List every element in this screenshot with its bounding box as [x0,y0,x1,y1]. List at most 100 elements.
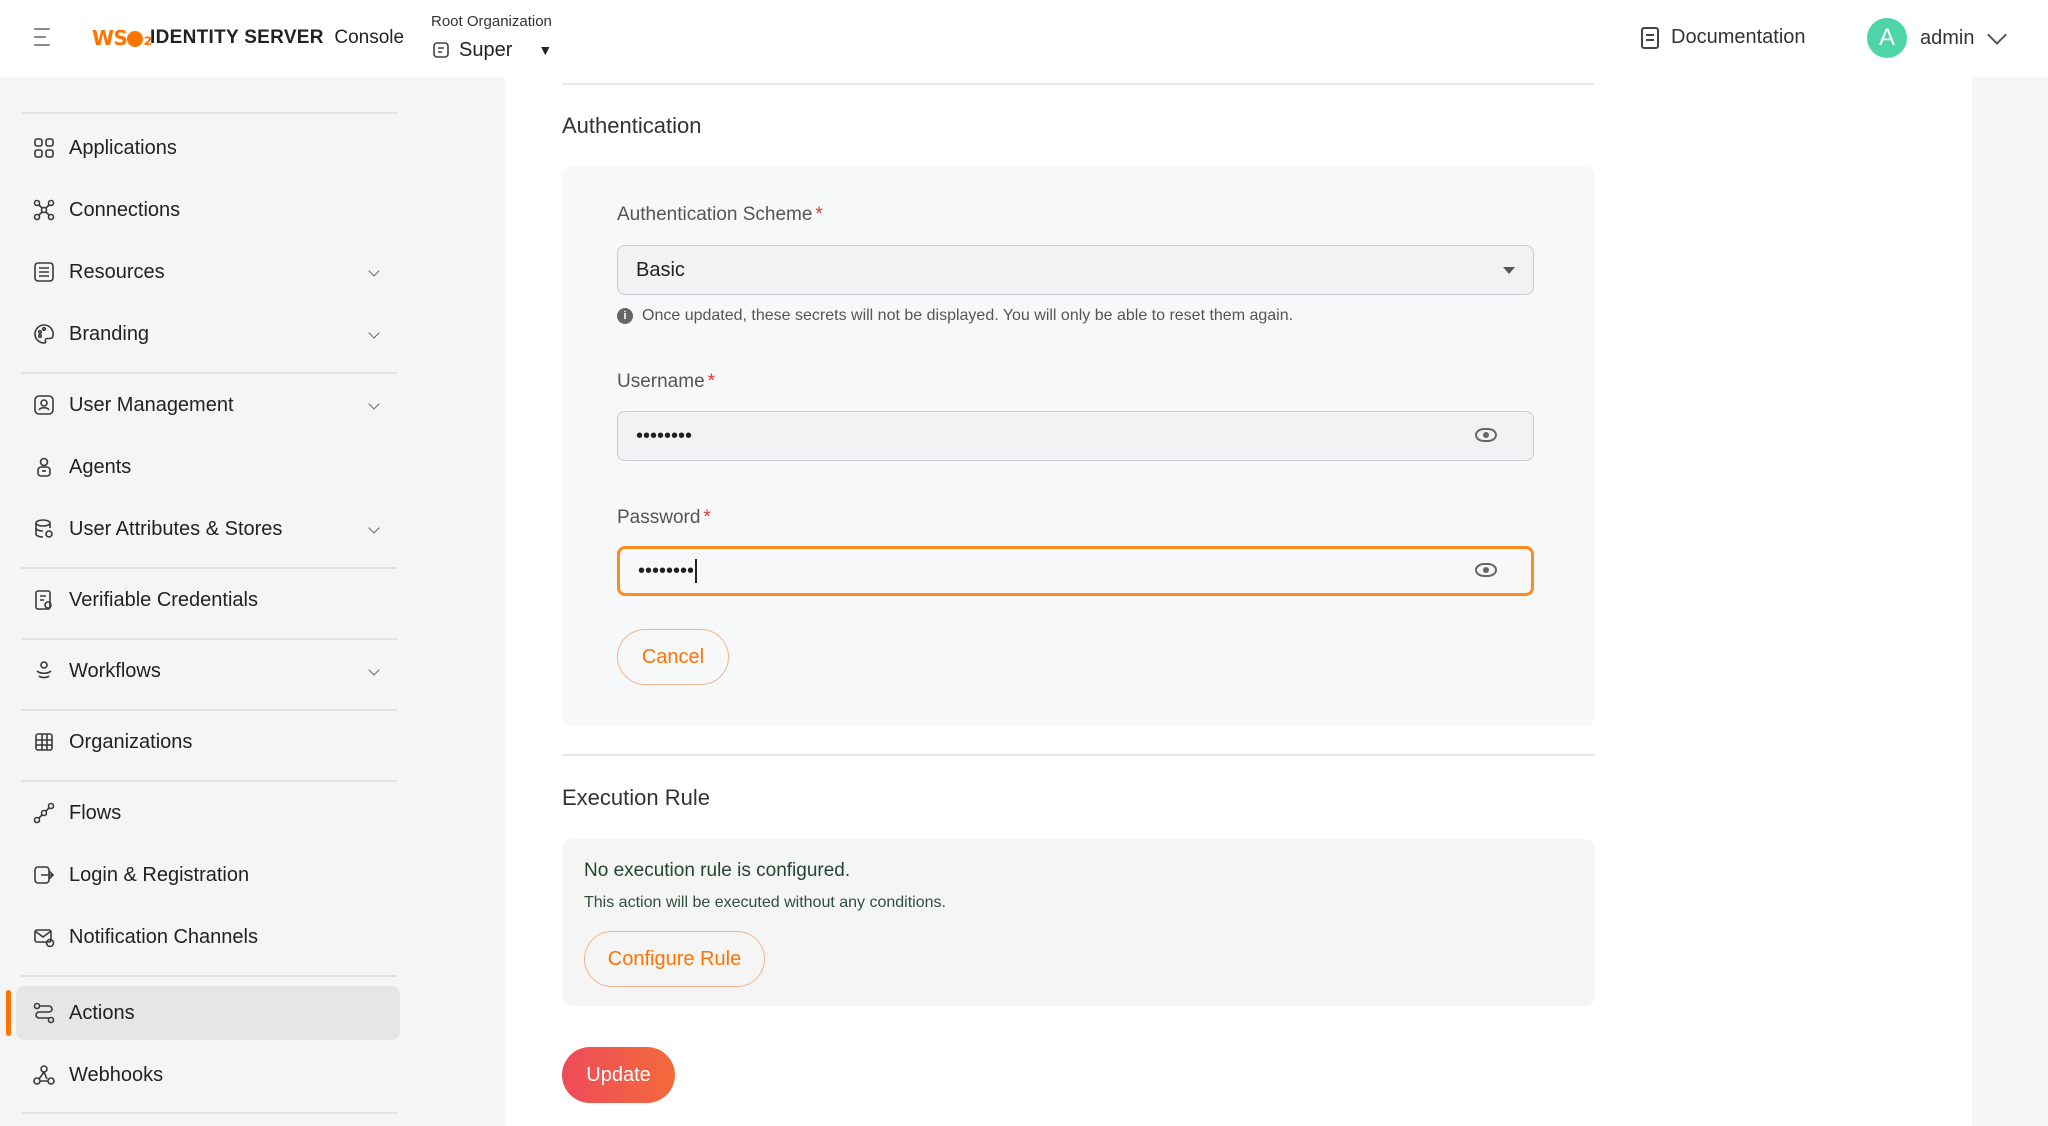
credential-icon [33,589,55,611]
sidebar-item-flows[interactable]: Flows [16,786,400,840]
divider [21,780,397,782]
sidebar-item-applications[interactable]: Applications [16,121,400,175]
password-input[interactable]: •••••••• [617,546,1534,596]
update-button[interactable]: Update [562,1047,675,1103]
divider [21,1112,397,1114]
password-label: Password * [617,507,711,528]
list-icon [33,261,55,283]
menu-icon[interactable] [34,28,56,48]
eye-icon[interactable] [1475,563,1497,577]
sidebar-item-label: Connections [69,198,181,221]
divider [21,372,397,374]
sidebar-item-label: Workflows [69,659,161,682]
execution-rule-sub: This action will be executed without any… [584,894,946,911]
documentation-label: Documentation [1671,26,1806,48]
username-label: Username * [617,371,716,392]
product-name: IDENTITY SERVER Console [150,27,405,48]
sidebar-item-webhooks[interactable]: Webhooks [16,1048,400,1102]
org-switcher[interactable]: Super ▼ [431,37,552,63]
sidebar-item-label: User Management [69,393,234,416]
sidebar-item-label: Actions [69,1001,135,1024]
scheme-value: Basic [636,258,685,281]
section-divider [562,83,1595,85]
workflow-icon [33,660,55,682]
org-value: Super [459,38,513,61]
sidebar-item-verifiable-credentials[interactable]: Verifiable Credentials [16,573,400,627]
sidebar-item-label: Flows [69,801,122,824]
documentation-link[interactable]: Documentation [1641,26,1806,49]
user-card-icon [33,394,55,416]
org-label: Root Organization [431,13,552,30]
divider [21,112,397,114]
chevron-down-icon[interactable] [1987,25,2007,45]
authentication-panel: Authentication Scheme * Basic i Once upda… [562,166,1595,726]
sidebar-item-connections[interactable]: Connections [16,183,400,237]
chevron-down-icon: ▼ [538,42,553,58]
divider [21,709,397,711]
chevron-down-icon [368,265,380,277]
info-icon: i [617,308,633,324]
execution-rule-title: Execution Rule [562,785,710,810]
sidebar-item-label: Webhooks [69,1063,164,1086]
sidebar-item-workflows[interactable]: Workflows [16,644,400,698]
sidebar-item-label: Agents [69,455,132,478]
username-input[interactable]: •••••••• [617,411,1534,461]
sidebar-item-login-registration[interactable]: Login & Registration [16,848,400,902]
divider [21,567,397,569]
sidebar-item-label: User Attributes & Stores [69,517,283,540]
palette-icon [33,323,55,345]
execution-rule-panel: No execution rule is configured. This ac… [562,839,1595,1006]
building-icon [33,731,55,753]
sidebar-item-user-attributes[interactable]: User Attributes & Stores [16,502,400,556]
database-icon [33,518,55,540]
sidebar-item-agents[interactable]: Agents [16,440,400,494]
sidebar: Applications Connections Resources Brand… [0,77,430,1126]
flows-icon [33,802,55,824]
divider [21,975,397,977]
avatar[interactable]: A [1867,18,1907,58]
secrets-hint: i Once updated, these secrets will not b… [617,307,1293,325]
sidebar-item-label: Organizations [69,730,193,753]
sidebar-item-actions[interactable]: Actions [16,986,400,1040]
sidebar-item-label: Branding [69,322,150,345]
grid-icon [33,137,55,159]
user-name[interactable]: admin [1920,27,1974,50]
chevron-down-icon [368,327,380,339]
caret-down-icon [1503,267,1515,274]
sidebar-item-notification-channels[interactable]: Notification Channels [16,910,400,964]
sidebar-item-branding[interactable]: Branding [16,307,400,361]
section-divider [562,754,1595,756]
authentication-scheme-select[interactable]: Basic [617,245,1534,295]
login-icon [33,864,55,886]
configure-rule-button[interactable]: Configure Rule [584,931,765,987]
wso2-logo: WS ₂ [92,26,152,50]
divider [21,638,397,640]
sidebar-item-label: Notification Channels [69,925,258,948]
top-header: WS ₂ IDENTITY SERVER Console Root Organiz… [0,0,2048,77]
text-cursor [695,559,698,583]
sidebar-item-organizations[interactable]: Organizations [16,715,400,769]
chevron-down-icon [368,522,380,534]
sidebar-item-label: Verifiable Credentials [69,588,258,611]
cancel-button[interactable]: Cancel [617,629,729,685]
mail-icon [33,926,55,948]
authentication-title: Authentication [562,113,702,138]
webhook-icon [33,1064,55,1086]
sidebar-item-user-management[interactable]: User Management [16,378,400,432]
chevron-down-icon [368,398,380,410]
execution-rule-message: No execution rule is configured. [584,860,851,881]
document-icon [1641,26,1659,49]
username-value: •••••••• [636,424,693,447]
scheme-label: Authentication Scheme * [617,204,823,225]
chevron-down-icon [368,664,380,676]
sidebar-item-label: Login & Registration [69,863,250,886]
connections-icon [33,199,55,221]
agent-icon [33,456,55,478]
eye-icon[interactable] [1475,428,1497,442]
active-indicator [6,990,11,1036]
actions-icon [33,1002,55,1024]
main-content: Authentication Authentication Scheme * Ba… [505,77,1972,1126]
sidebar-item-resources[interactable]: Resources [16,245,400,299]
org-icon [433,42,449,58]
sidebar-item-label: Resources [69,260,165,283]
